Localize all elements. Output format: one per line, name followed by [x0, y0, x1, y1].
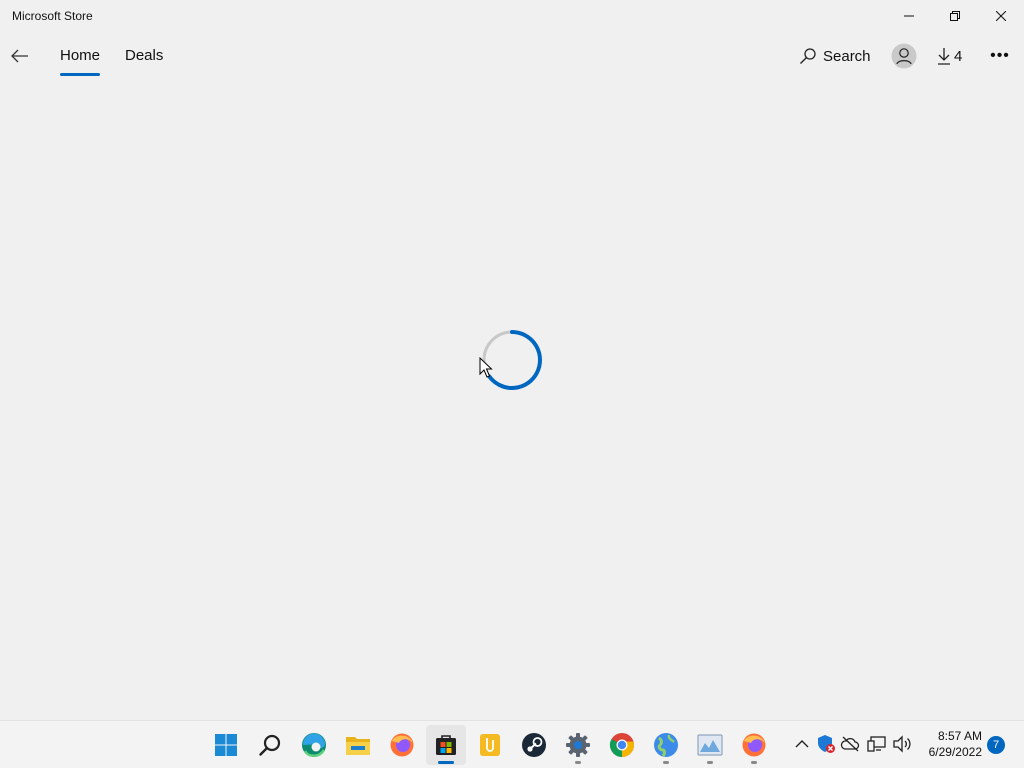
mouse-cursor-icon — [479, 357, 493, 378]
notes-icon — [480, 734, 500, 756]
clock-time: 8:57 AM — [937, 729, 982, 743]
restore-icon — [950, 11, 960, 21]
close-icon — [996, 11, 1006, 21]
edge-icon — [302, 733, 326, 757]
volume-icon — [893, 735, 911, 753]
chevron-up-icon — [795, 740, 809, 748]
steam-icon — [522, 733, 546, 757]
running-app-indicator — [751, 761, 757, 764]
network-icon — [867, 736, 886, 752]
taskbar-start-button[interactable] — [206, 725, 246, 765]
taskbar-edge[interactable] — [294, 725, 334, 765]
account-avatar-icon — [891, 43, 917, 69]
running-app-indicator — [707, 761, 713, 764]
back-arrow-icon — [11, 49, 28, 63]
tray-network[interactable] — [866, 733, 888, 755]
taskbar-firefox[interactable] — [382, 725, 422, 765]
more-icon: ••• — [990, 47, 1010, 64]
folder-icon — [346, 737, 370, 755]
taskbar-search-button[interactable] — [250, 725, 290, 765]
running-app-indicator — [663, 761, 669, 764]
firefox-icon — [390, 733, 414, 757]
account-button[interactable] — [888, 40, 920, 72]
restore-button[interactable] — [932, 0, 978, 32]
downloads-count: 4 — [954, 47, 963, 65]
downloads-button[interactable]: 4 — [937, 40, 969, 72]
tab-deals[interactable]: Deals — [125, 47, 163, 64]
running-app-indicator — [575, 761, 581, 764]
search-icon — [800, 48, 816, 64]
tray-onedrive[interactable] — [839, 733, 861, 755]
show-hidden-icons-button[interactable] — [791, 733, 813, 755]
store-icon — [436, 735, 456, 755]
firefox-icon — [742, 733, 766, 757]
main-content — [0, 80, 1024, 720]
minimize-button[interactable] — [886, 0, 932, 32]
taskbar-notes[interactable] — [470, 725, 510, 765]
taskbar-image-viewer[interactable] — [690, 725, 730, 765]
window-title: Microsoft Store — [12, 9, 93, 23]
globe-icon — [654, 733, 678, 758]
back-button[interactable] — [2, 36, 38, 76]
taskbar-globe-app[interactable] — [646, 725, 686, 765]
image-icon — [697, 734, 723, 756]
search-icon — [259, 734, 281, 756]
search-label: Search — [823, 47, 871, 65]
close-button[interactable] — [978, 0, 1024, 32]
minimize-icon — [904, 15, 914, 17]
taskbar-settings[interactable] — [558, 725, 598, 765]
clock-date: 6/29/2022 — [928, 745, 982, 759]
taskbar-chrome[interactable] — [602, 725, 642, 765]
download-icon — [938, 48, 950, 65]
notification-count-badge[interactable]: 7 — [987, 736, 1005, 754]
tray-volume[interactable] — [891, 733, 913, 755]
active-app-indicator — [438, 761, 454, 764]
chrome-icon — [609, 733, 635, 757]
taskbar: 8:57 AM 6/29/2022 7 — [0, 720, 1024, 768]
tab-home[interactable]: Home — [60, 47, 100, 64]
cloud-offline-icon — [840, 736, 860, 752]
taskbar-clock[interactable]: 8:57 AM 6/29/2022 — [918, 728, 982, 760]
taskbar-file-explorer[interactable] — [338, 725, 378, 765]
store-nav-bar: Home Deals Search 4 ••• — [0, 32, 1024, 80]
windows-logo-icon — [215, 734, 237, 756]
shield-alert-icon — [818, 735, 835, 753]
more-options-button[interactable]: ••• — [984, 40, 1016, 72]
taskbar-firefox-2[interactable] — [734, 725, 774, 765]
tray-security[interactable] — [815, 733, 837, 755]
search-button[interactable]: Search — [795, 40, 871, 72]
taskbar-steam[interactable] — [514, 725, 554, 765]
title-bar: Microsoft Store — [0, 0, 1024, 32]
taskbar-microsoft-store[interactable] — [426, 725, 466, 765]
active-tab-indicator — [60, 73, 100, 76]
gear-icon — [566, 733, 590, 757]
